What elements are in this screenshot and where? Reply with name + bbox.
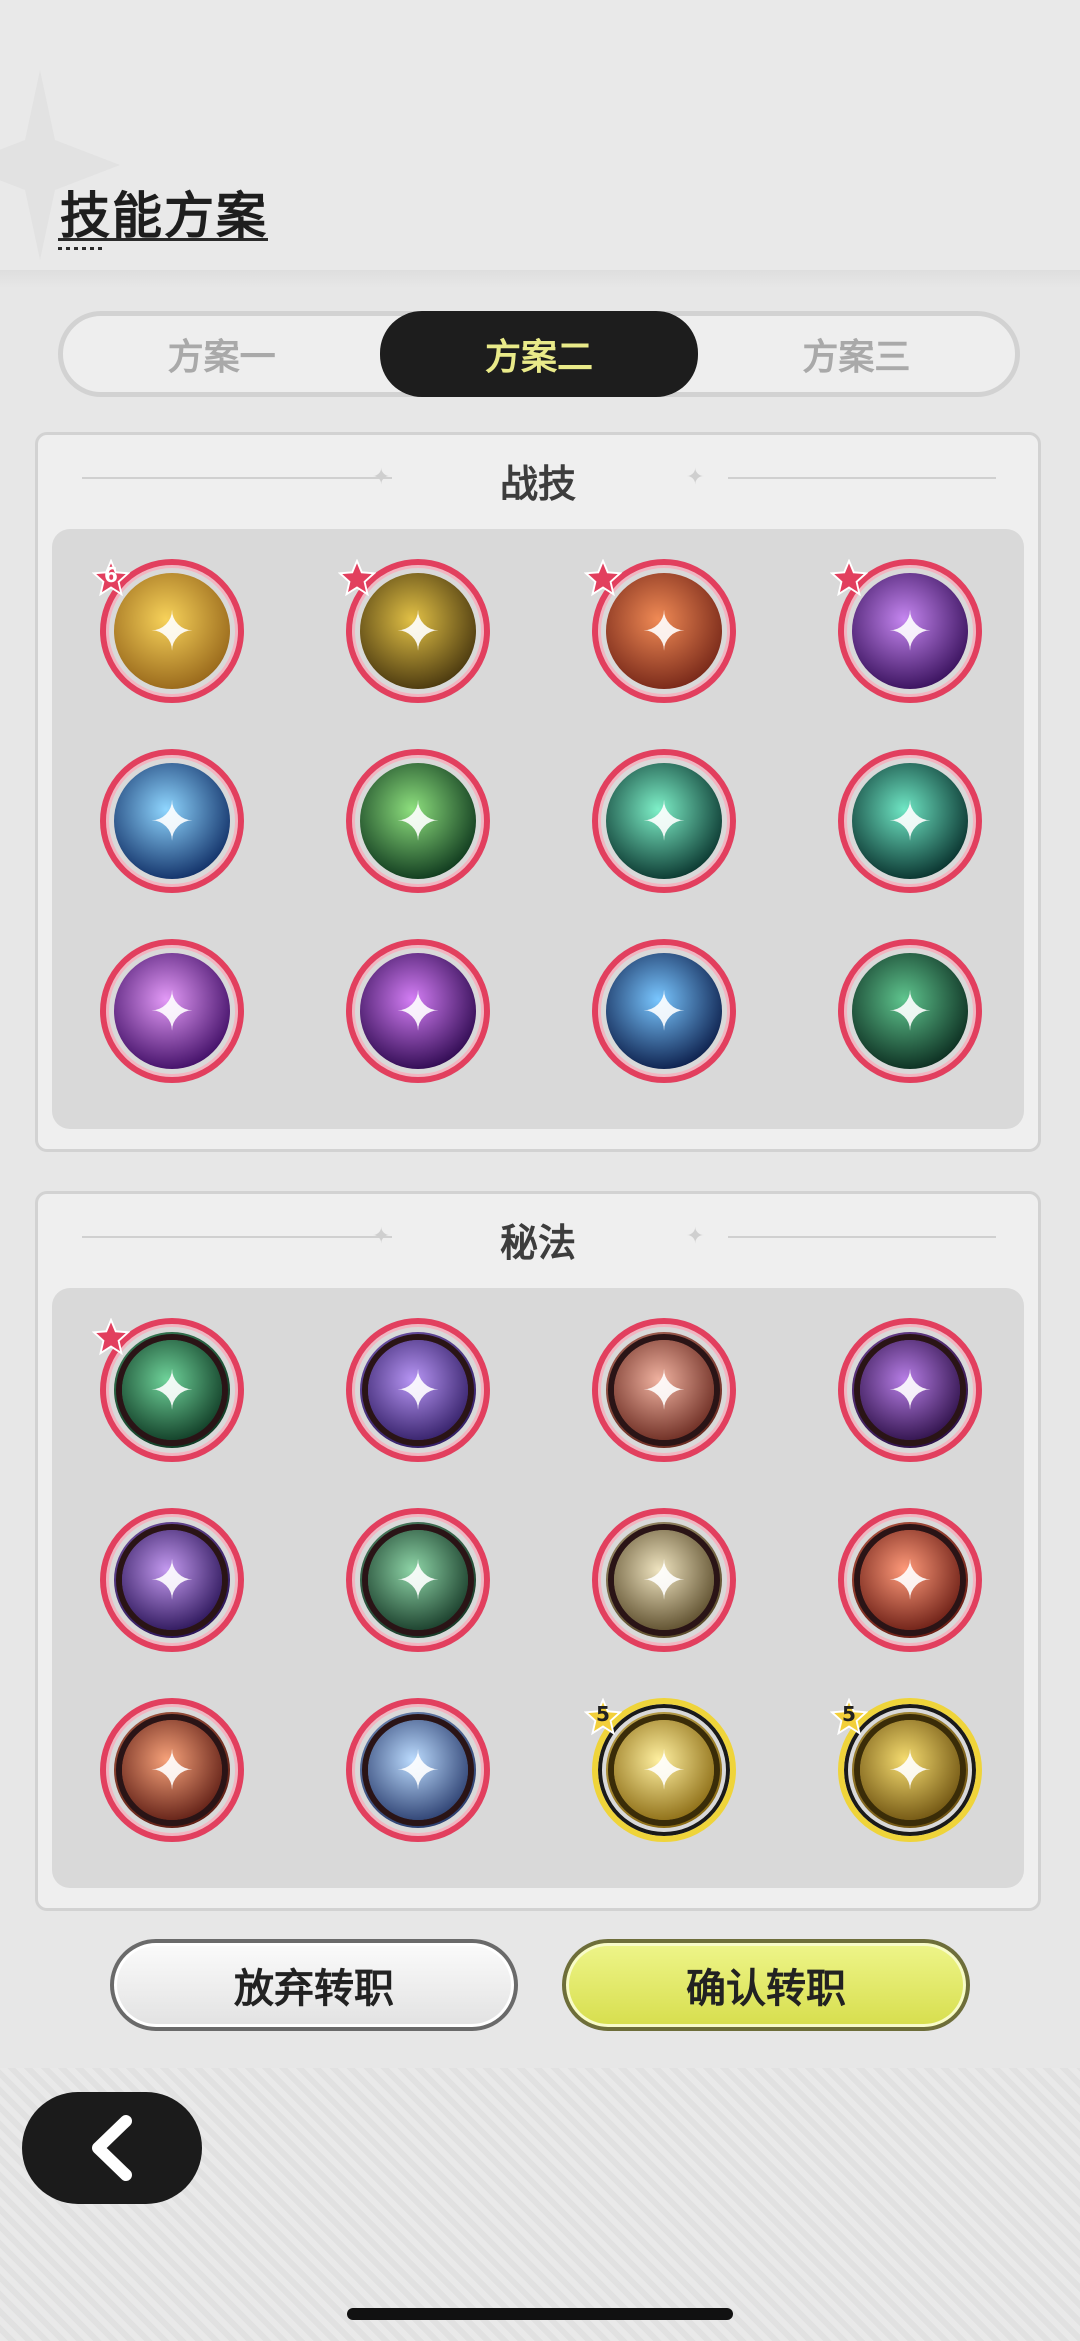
back-chevron-icon bbox=[92, 2115, 132, 2181]
divider-line bbox=[728, 1236, 996, 1238]
skill-slot[interactable]: ✦ bbox=[346, 1318, 490, 1462]
skill-slot[interactable]: ✦ bbox=[346, 1698, 490, 1842]
red-star-badge-icon bbox=[91, 1317, 131, 1356]
red-star-badge-icon bbox=[829, 558, 869, 597]
skill-slot[interactable]: ✦ bbox=[100, 1698, 244, 1842]
skill-glyph: ✦ bbox=[641, 1358, 687, 1422]
skill-glyph: ✦ bbox=[395, 789, 441, 853]
badge-count: 5 bbox=[596, 1702, 610, 1726]
diamond-icon: ✦ bbox=[686, 465, 705, 490]
arcane-skills-panel: ✦ 秘法 ✦ ✦ ✦ ✦ ✦ ✦ ✦ ✦ ✦ ✦ ✦ ✦ 5 ✦ 5 bbox=[35, 1191, 1041, 1911]
skill-slot[interactable]: ✦ bbox=[592, 939, 736, 1083]
skill-slot[interactable]: ✦ bbox=[583, 558, 736, 703]
skill-glyph: ✦ bbox=[395, 1358, 441, 1422]
arcane-section-title: 秘法 bbox=[499, 1221, 576, 1265]
skill-slot[interactable]: ✦ bbox=[592, 1318, 736, 1462]
tab-plan-one[interactable]: 方案一 bbox=[63, 313, 380, 395]
back-button[interactable] bbox=[22, 2092, 202, 2204]
skill-slot[interactable]: ✦ bbox=[346, 1508, 490, 1652]
skill-slot[interactable]: ✦ bbox=[91, 1317, 244, 1462]
skill-slot[interactable]: ✦ bbox=[829, 558, 982, 703]
header-shade bbox=[0, 270, 1080, 288]
combat-skills-panel: ✦ 战技 ✦ ✦ 6 ✦ ✦ ✦ ✦ ✦ ✦ ✦ ✦ ✦ ✦ ✦ bbox=[35, 432, 1041, 1152]
skill-glyph: ✦ bbox=[641, 979, 687, 1043]
skill-glyph: ✦ bbox=[641, 1548, 687, 1612]
badge-count: 6 bbox=[104, 563, 118, 587]
skill-glyph: ✦ bbox=[887, 979, 933, 1043]
title-underline bbox=[58, 238, 268, 241]
divider-line bbox=[728, 477, 996, 479]
combat-skill-grid: ✦ 6 ✦ ✦ ✦ ✦ ✦ ✦ ✦ ✦ ✦ ✦ ✦ bbox=[52, 529, 1024, 1129]
plan-tabs: 方案一 方案二 方案三 bbox=[58, 311, 1020, 397]
skill-slot[interactable]: ✦ bbox=[592, 1508, 736, 1652]
red-star-badge-icon bbox=[337, 558, 377, 597]
skill-glyph: ✦ bbox=[149, 789, 195, 853]
skill-slot[interactable]: ✦ bbox=[838, 1318, 982, 1462]
panel-title-row: ✦ 秘法 ✦ bbox=[38, 1194, 1038, 1284]
abandon-class-change-button[interactable]: 放弃转职 bbox=[110, 1939, 518, 2031]
skill-slot[interactable]: ✦ bbox=[100, 1508, 244, 1652]
skill-slot[interactable]: ✦ 6 bbox=[91, 558, 244, 703]
skill-slot[interactable]: ✦ bbox=[838, 939, 982, 1083]
skill-glyph: ✦ bbox=[395, 1548, 441, 1612]
skill-glyph: ✦ bbox=[887, 789, 933, 853]
diamond-icon: ✦ bbox=[686, 1224, 705, 1249]
red-star-badge-icon bbox=[583, 558, 623, 597]
tab-plan-three[interactable]: 方案三 bbox=[698, 313, 1015, 395]
confirm-class-change-button[interactable]: 确认转职 bbox=[562, 1939, 970, 2031]
skill-slot[interactable]: ✦ bbox=[838, 749, 982, 893]
header: 技能方案 bbox=[0, 0, 1080, 288]
skill-slot[interactable]: ✦ bbox=[337, 558, 490, 703]
skill-glyph: ✦ bbox=[149, 1738, 195, 1802]
tab-plan-two[interactable]: 方案二 bbox=[380, 311, 698, 397]
skill-glyph: ✦ bbox=[149, 979, 195, 1043]
skill-slot[interactable]: ✦ bbox=[100, 939, 244, 1083]
skill-slot[interactable]: ✦ bbox=[592, 749, 736, 893]
title-dots bbox=[58, 247, 106, 250]
skill-glyph: ✦ bbox=[887, 1358, 933, 1422]
skill-glyph: ✦ bbox=[395, 979, 441, 1043]
skill-glyph: ✦ bbox=[149, 1548, 195, 1612]
arcane-skill-grid: ✦ ✦ ✦ ✦ ✦ ✦ ✦ ✦ ✦ ✦ ✦ 5 ✦ 5 bbox=[52, 1288, 1024, 1888]
skill-slot[interactable]: ✦ bbox=[100, 749, 244, 893]
home-indicator bbox=[347, 2308, 733, 2320]
skill-slot[interactable]: ✦ bbox=[346, 749, 490, 893]
panel-title-row: ✦ 战技 ✦ bbox=[38, 435, 1038, 525]
skill-glyph: ✦ bbox=[887, 1548, 933, 1612]
skill-slot[interactable]: ✦ bbox=[838, 1508, 982, 1652]
badge-count: 5 bbox=[842, 1702, 856, 1726]
combat-section-title: 战技 bbox=[499, 462, 576, 506]
skill-slot[interactable]: ✦ bbox=[346, 939, 490, 1083]
skill-slot[interactable]: ✦ 5 bbox=[829, 1697, 982, 1842]
skill-slot[interactable]: ✦ 5 bbox=[583, 1697, 736, 1842]
skill-glyph: ✦ bbox=[641, 789, 687, 853]
skill-glyph: ✦ bbox=[395, 1738, 441, 1802]
